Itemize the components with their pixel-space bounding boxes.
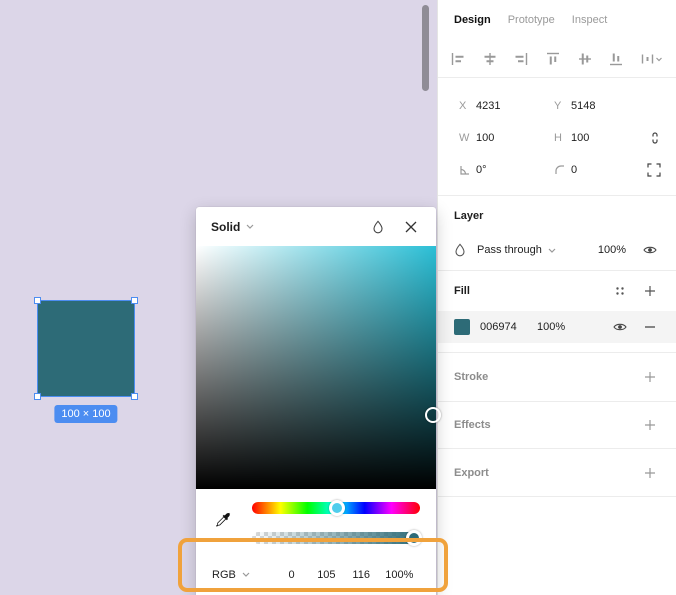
stroke-section-title: Stroke xyxy=(454,371,489,383)
blend-mode-chevron-icon[interactable] xyxy=(548,248,556,253)
y-field[interactable]: Y 5148 xyxy=(554,100,634,112)
tab-design[interactable]: Design xyxy=(454,14,491,26)
selection-handle-bottom-left[interactable] xyxy=(34,393,41,400)
height-field[interactable]: H 100 xyxy=(554,132,634,144)
panel-tabs: Design Prototype Inspect xyxy=(438,0,676,40)
properties-panel: Design Prototype Inspect X 4231 Y 5148 W… xyxy=(437,0,676,595)
height-value[interactable]: 100 xyxy=(571,132,589,144)
alpha-slider[interactable] xyxy=(252,532,420,544)
effects-section: Effects xyxy=(438,402,676,449)
red-value[interactable]: 0 xyxy=(274,569,309,581)
width-field[interactable]: W 100 xyxy=(459,132,554,144)
blend-mode-row: Pass through 100% xyxy=(438,236,676,270)
color-position-handle[interactable] xyxy=(425,407,441,423)
selected-rectangle[interactable]: 100 × 100 xyxy=(34,297,138,423)
fill-visibility-eye-icon[interactable] xyxy=(610,317,630,337)
size-row: W 100 H 100 xyxy=(438,122,676,154)
selection-handle-top-left[interactable] xyxy=(34,297,41,304)
alpha-handle[interactable] xyxy=(406,530,422,546)
layer-opacity-value[interactable]: 100% xyxy=(598,244,626,256)
fill-color-swatch[interactable] xyxy=(454,319,470,335)
fill-row[interactable]: 006974 100% xyxy=(438,311,676,343)
selection-handle-top-right[interactable] xyxy=(131,297,138,304)
stroke-section: Stroke xyxy=(438,353,676,402)
rotation-field[interactable]: 0° xyxy=(459,164,554,176)
hue-handle[interactable] xyxy=(329,500,345,516)
close-icon[interactable] xyxy=(401,217,421,237)
position-row: X 4231 Y 5148 xyxy=(438,90,676,122)
color-picker-header: Solid xyxy=(196,207,436,246)
paint-type-chevron-icon[interactable] xyxy=(246,224,254,229)
blue-value[interactable]: 116 xyxy=(344,569,379,581)
align-vertical-center-icon[interactable] xyxy=(578,52,592,66)
effects-section-title: Effects xyxy=(454,419,491,431)
y-label: Y xyxy=(554,100,562,112)
width-label: W xyxy=(459,132,470,144)
tidy-up-icon[interactable] xyxy=(641,52,663,66)
rotation-row: 0° 0 xyxy=(438,154,676,186)
height-label: H xyxy=(554,132,562,144)
alpha-value[interactable]: 100% xyxy=(379,569,420,581)
add-export-icon[interactable] xyxy=(640,463,660,483)
constrain-proportions-icon[interactable] xyxy=(649,130,661,146)
eyedropper-icon[interactable] xyxy=(215,512,232,529)
corner-radius-field[interactable]: 0 xyxy=(554,164,634,176)
alignment-toolbar xyxy=(438,40,676,78)
export-section: Export xyxy=(438,449,676,497)
x-value[interactable]: 4231 xyxy=(476,100,500,112)
saturation-brightness-area[interactable] xyxy=(196,246,441,489)
vertical-scrollbar[interactable] xyxy=(422,5,429,91)
tab-inspect[interactable]: Inspect xyxy=(572,14,607,26)
corner-radius-value[interactable]: 0 xyxy=(571,164,577,176)
add-effect-icon[interactable] xyxy=(640,415,660,435)
width-value[interactable]: 100 xyxy=(476,132,494,144)
add-fill-icon[interactable] xyxy=(640,281,660,301)
transform-properties: X 4231 Y 5148 W 100 H 100 0° 0 xyxy=(438,78,676,196)
align-left-icon[interactable] xyxy=(451,52,465,66)
color-values-row: RGB 0 105 116 100% xyxy=(196,554,436,595)
rotation-icon xyxy=(459,164,476,176)
paint-type-value[interactable]: Solid xyxy=(211,220,240,234)
color-picker-dialog: Solid RGB 0 105 116 100% xyxy=(196,207,441,595)
size-badge: 100 × 100 xyxy=(54,405,118,423)
color-model-chevron-icon xyxy=(242,572,250,577)
tab-prototype[interactable]: Prototype xyxy=(508,14,555,26)
fill-section-title: Fill xyxy=(454,285,470,297)
layer-section-title: Layer xyxy=(454,210,484,222)
align-bottom-icon[interactable] xyxy=(609,52,623,66)
fill-hex-value[interactable]: 006974 xyxy=(480,321,537,333)
corner-radius-icon xyxy=(554,164,571,176)
align-horizontal-center-icon[interactable] xyxy=(483,52,497,66)
rotation-value[interactable]: 0° xyxy=(476,164,487,176)
fill-section: Fill 006974 100% xyxy=(438,271,676,353)
blend-mode-value[interactable]: Pass through xyxy=(477,244,542,256)
align-top-icon[interactable] xyxy=(546,52,560,66)
color-model-select[interactable]: RGB xyxy=(212,569,274,581)
add-stroke-icon[interactable] xyxy=(640,367,660,387)
fill-opacity-value[interactable]: 100% xyxy=(537,321,579,333)
blend-mode-icon xyxy=(454,243,466,257)
export-section-title: Export xyxy=(454,466,489,479)
x-label: X xyxy=(459,100,467,112)
layer-section: Layer Pass through 100% xyxy=(438,196,676,271)
x-field[interactable]: X 4231 xyxy=(459,100,554,112)
independent-corners-icon[interactable] xyxy=(647,163,661,177)
color-model-value: RGB xyxy=(212,568,236,581)
remove-fill-icon[interactable] xyxy=(640,317,660,337)
color-blend-icon[interactable] xyxy=(368,217,388,237)
fill-styles-icon[interactable] xyxy=(610,281,630,301)
selection-handle-bottom-right[interactable] xyxy=(131,393,138,400)
alpha-gradient xyxy=(252,532,420,544)
layer-visibility-eye-icon[interactable] xyxy=(640,240,660,260)
align-right-icon[interactable] xyxy=(514,52,528,66)
y-value[interactable]: 5148 xyxy=(571,100,595,112)
green-value[interactable]: 105 xyxy=(309,569,344,581)
